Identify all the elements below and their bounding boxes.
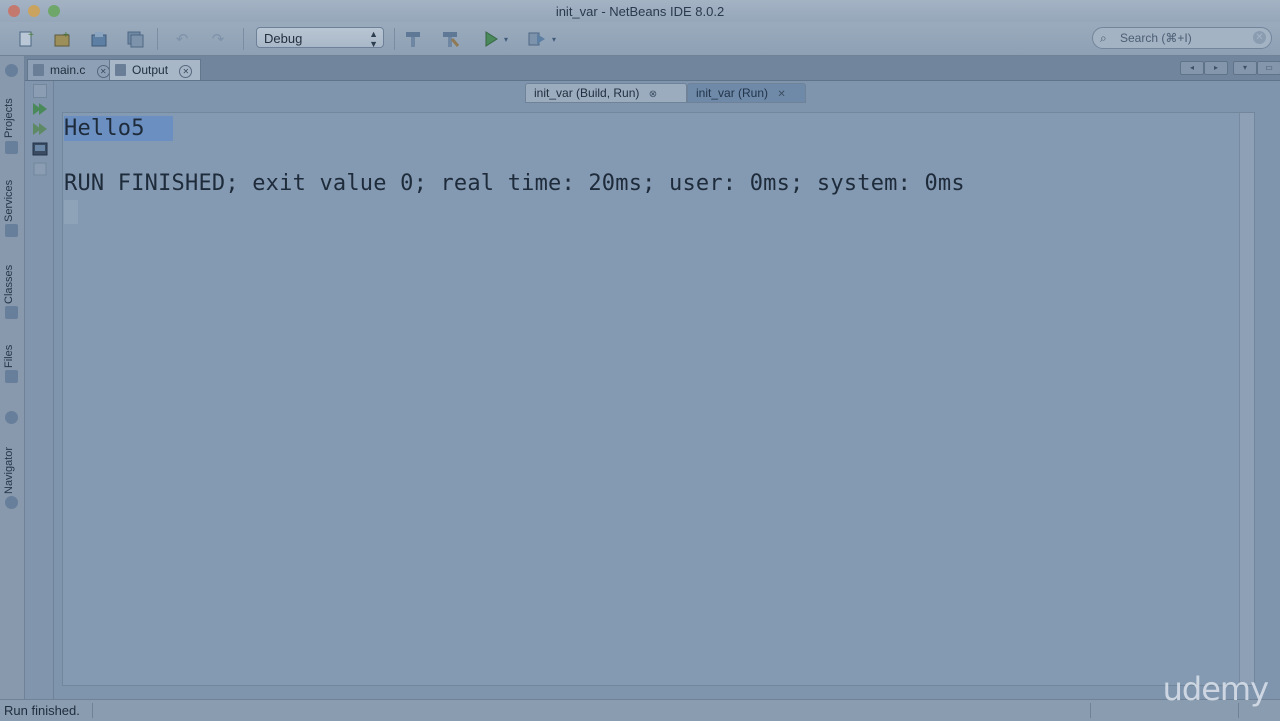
tab-label: init_var (Build, Run): [534, 86, 640, 100]
redo-icon[interactable]: ↷: [207, 28, 229, 50]
debug-icon[interactable]: [526, 28, 548, 50]
toolbar-separator: [394, 28, 395, 50]
udemy-watermark-logo: udemy: [1162, 670, 1269, 708]
output-actions-gutter: [25, 81, 54, 699]
close-tab-icon[interactable]: ⊗: [649, 85, 657, 104]
side-tab-projects[interactable]: Projects: [3, 90, 21, 138]
output-window-icon: [115, 64, 126, 76]
open-project-icon[interactable]: [88, 28, 110, 50]
tab-run[interactable]: init_var (Run) ✕: [687, 83, 806, 103]
run-icon[interactable]: [480, 28, 502, 50]
window-title: init_var - NetBeans IDE 8.0.2: [555, 4, 725, 19]
close-tab-icon[interactable]: ✕: [179, 65, 193, 78]
side-tab-files[interactable]: Files: [3, 338, 21, 368]
c-file-icon: [33, 64, 44, 76]
classes-icon: [5, 306, 18, 319]
minimize-group-icon[interactable]: [5, 64, 18, 77]
status-separator: [92, 703, 93, 718]
rerun-with-arguments-icon[interactable]: [32, 122, 48, 136]
scroll-tabs-left-icon[interactable]: ◂: [1180, 61, 1204, 75]
undo-icon[interactable]: ↶: [171, 28, 193, 50]
status-text: Run finished.: [4, 703, 80, 718]
search-icon: ⌕: [1100, 31, 1107, 45]
projects-icon: [5, 141, 18, 154]
configuration-select[interactable]: Debug ▲ ▼: [256, 27, 384, 49]
svg-text:+: +: [63, 30, 69, 41]
new-project-icon[interactable]: +: [51, 28, 73, 50]
console-output[interactable]: Hello5 RUN FINISHED; exit value 0; real …: [62, 112, 1255, 686]
main-toolbar: + + ↶ ↷ Debug ▲ ▼ ▾ ▾ ⌕ Search (⌘+I) ✕: [0, 22, 1280, 56]
save-all-icon[interactable]: [124, 28, 146, 50]
output-line-hello[interactable]: Hello5: [64, 116, 173, 141]
tab-output[interactable]: Output ✕: [109, 59, 202, 80]
tab-build-run[interactable]: init_var (Build, Run) ⊗: [525, 83, 687, 103]
tab-list-dropdown-icon[interactable]: ▾: [1233, 61, 1257, 75]
clear-search-icon[interactable]: ✕: [1253, 31, 1266, 44]
document-tab-bar: main.c ✕ Output ✕ ◂ ▸ ▾ ▭: [25, 56, 1280, 81]
rerun-icon[interactable]: [32, 102, 48, 116]
status-bar: Run finished.: [0, 699, 1280, 721]
clean-build-icon[interactable]: [439, 28, 461, 50]
terminal-icon[interactable]: [32, 142, 48, 156]
services-icon: [5, 224, 18, 237]
stop-icon[interactable]: [33, 84, 47, 98]
scroll-tabs-right-icon[interactable]: ▸: [1204, 61, 1228, 75]
navigator-icon: [5, 496, 18, 509]
output-panel: init_var (Build, Run) ⊗ init_var (Run) ✕…: [25, 81, 1280, 699]
clear-output-icon[interactable]: [32, 162, 48, 176]
side-tab-navigator[interactable]: Navigator: [3, 438, 21, 494]
close-tab-icon[interactable]: ✕: [96, 65, 110, 78]
title-bar: init_var - NetBeans IDE 8.0.2: [0, 0, 1280, 23]
select-arrows-icon: ▲ ▼: [369, 29, 378, 49]
run-dropdown-icon[interactable]: ▾: [500, 28, 512, 50]
tab-label: main.c: [50, 63, 86, 77]
status-separator: [1090, 703, 1091, 718]
maximize-window-icon[interactable]: ▭: [1257, 61, 1280, 75]
tab-main-c[interactable]: main.c ✕: [27, 59, 119, 80]
input-caret-line[interactable]: [64, 200, 78, 224]
build-hammer-icon[interactable]: [402, 28, 424, 50]
side-tab-classes[interactable]: Classes: [3, 258, 21, 304]
minimize-group-icon[interactable]: [5, 411, 18, 424]
tab-label: init_var (Run): [696, 86, 769, 100]
close-tab-icon[interactable]: ✕: [777, 85, 785, 104]
files-icon: [5, 370, 18, 383]
tab-label: Output: [132, 63, 169, 77]
search-placeholder: Search (⌘+I): [1120, 31, 1192, 45]
toolbar-separator: [157, 28, 158, 50]
side-tab-services[interactable]: Services: [3, 174, 21, 222]
debug-dropdown-icon[interactable]: ▾: [548, 28, 560, 50]
side-panel-strip: Projects Services Classes Files Navigato…: [0, 56, 25, 699]
vertical-scrollbar[interactable]: [1239, 113, 1254, 685]
toolbar-separator: [243, 28, 244, 50]
search-input[interactable]: ⌕ Search (⌘+I) ✕: [1092, 27, 1272, 49]
configuration-value: Debug: [264, 31, 303, 46]
svg-text:+: +: [28, 30, 34, 41]
new-file-icon[interactable]: +: [15, 28, 37, 50]
output-line-run-finished[interactable]: RUN FINISHED; exit value 0; real time: 2…: [64, 171, 965, 196]
